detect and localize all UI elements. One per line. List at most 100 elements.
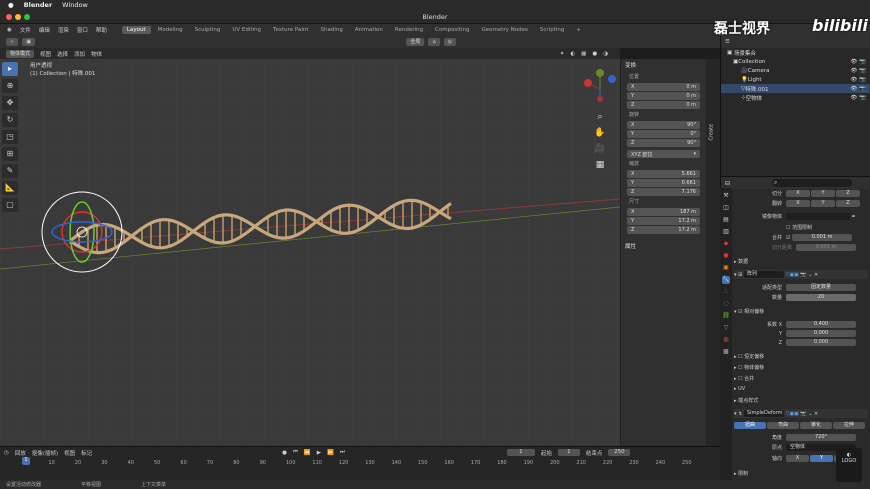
- prev-key-icon[interactable]: ⏪: [304, 450, 311, 456]
- array-name-field[interactable]: 阵列: [743, 271, 784, 278]
- record-icon[interactable]: ●: [282, 450, 287, 456]
- menu-help[interactable]: 帮助: [93, 26, 110, 34]
- visibility-icon[interactable]: 👁 📷: [850, 59, 870, 65]
- rotation-z-field[interactable]: Z 90°: [627, 139, 700, 147]
- next-key-icon[interactable]: ⏩: [327, 450, 334, 456]
- mirror-z-toggle[interactable]: Z: [836, 190, 860, 197]
- filter-icon[interactable]: ☰: [725, 39, 730, 45]
- mirror-object-field[interactable]: [786, 213, 850, 220]
- location-z-field[interactable]: Z0 m: [627, 101, 700, 109]
- output-tab-icon[interactable]: ▤: [722, 216, 730, 224]
- object-offset-header[interactable]: ▸ ☐ 物体偏移: [734, 364, 868, 372]
- menu-playback[interactable]: 回放: [15, 449, 26, 457]
- constraints-tab-icon[interactable]: ⛓: [722, 312, 730, 320]
- transform-header[interactable]: 变换: [621, 59, 706, 71]
- tab-layout[interactable]: Layout: [121, 26, 151, 34]
- merge-panel-header[interactable]: ▸ ☐ 合并: [734, 375, 868, 383]
- blender-logo-icon[interactable]: ◉: [4, 27, 15, 33]
- zoom-view-icon[interactable]: ⌕: [597, 112, 602, 122]
- outliner-item-5[interactable]: ⊹ 空物体 👁 📷: [721, 93, 870, 102]
- gizmo-toggle-icon[interactable]: ✦: [560, 51, 565, 57]
- factor-y-field[interactable]: 0.000: [786, 330, 856, 337]
- render-tab-icon[interactable]: ◫: [722, 204, 730, 212]
- jump-start-icon[interactable]: ⏮: [293, 449, 298, 456]
- factor-x-field[interactable]: 0.400: [786, 321, 856, 328]
- pan-view-icon[interactable]: ✋: [594, 126, 605, 138]
- bisect-distance-field[interactable]: 0.001 m: [796, 244, 856, 251]
- rotation-mode-dropdown[interactable]: XYZ 欧拉 ▾: [627, 150, 700, 158]
- menu-object[interactable]: 物体: [91, 50, 102, 58]
- array-delete-icon[interactable]: ✕: [812, 272, 818, 278]
- scale-z-field[interactable]: Z 7.176: [627, 188, 700, 196]
- dimension-z-field[interactable]: Z 17.2 m: [627, 226, 700, 234]
- fit-type-dropdown[interactable]: 固定数量: [786, 284, 856, 291]
- deform-name-field[interactable]: SimpleDeform: [743, 410, 784, 417]
- visibility-icon[interactable]: 👁 📷: [850, 68, 870, 74]
- rotation-x-field[interactable]: X 90°: [627, 121, 700, 129]
- tab-animation[interactable]: Animation: [350, 26, 388, 34]
- mode-twist-button[interactable]: 扭曲: [734, 422, 766, 429]
- deform-editmode-icon[interactable]: ▽▣▣: [784, 411, 798, 417]
- tab-texture-paint[interactable]: Texture Paint: [268, 26, 314, 34]
- tool-tab-icon[interactable]: ⚒: [722, 192, 730, 200]
- menu-window[interactable]: 窗口: [74, 26, 91, 34]
- select-box-icon[interactable]: ▸: [2, 62, 18, 76]
- relative-offset-header[interactable]: ▾ ☑ 相对偏移: [734, 308, 868, 316]
- data-panel-header[interactable]: ▸ 数据: [734, 258, 868, 266]
- array-render-icon[interactable]: 📷: [799, 272, 806, 278]
- current-frame-field[interactable]: 1: [506, 449, 535, 456]
- mode-dropdown[interactable]: 物体模式: [6, 49, 35, 58]
- rotate-icon[interactable]: ↻: [2, 113, 18, 127]
- app-menu[interactable]: Blender: [24, 1, 53, 9]
- mirror-y-toggle[interactable]: Y: [811, 190, 835, 197]
- merge-distance-field[interactable]: 0.001 m: [792, 234, 853, 241]
- snap-icon[interactable]: ⌂: [428, 38, 440, 46]
- eyedropper-icon[interactable]: ✒: [850, 214, 856, 220]
- particles-tab-icon[interactable]: ∴: [722, 288, 730, 296]
- measure-icon[interactable]: 📐: [2, 181, 18, 195]
- nav-gizmo-z[interactable]: [608, 75, 616, 83]
- menu-select[interactable]: 选择: [57, 50, 68, 58]
- rotation-y-field[interactable]: Y 0°: [627, 130, 700, 138]
- dimension-y-field[interactable]: Y 17.2 m: [627, 217, 700, 225]
- add-cube-icon[interactable]: ▢: [2, 198, 18, 212]
- timeline-editor-icon[interactable]: ◷: [4, 450, 9, 456]
- material-tab-icon[interactable]: ◍: [722, 336, 730, 344]
- outliner-item-4[interactable]: ▽ 特殊.001 👁 📷: [721, 84, 870, 93]
- menu-render[interactable]: 渲染: [55, 26, 72, 34]
- visibility-icon[interactable]: 👁 📷: [850, 77, 870, 83]
- orientation-dropdown[interactable]: 全局: [406, 38, 425, 46]
- menu-timeline-view[interactable]: 视图: [64, 449, 75, 457]
- apple-icon[interactable]: ●: [8, 1, 14, 9]
- playhead[interactable]: 1: [22, 457, 30, 465]
- bisect-y-toggle[interactable]: Y: [811, 200, 835, 207]
- physics-tab-icon[interactable]: ◌: [722, 300, 730, 308]
- tab-sculpting[interactable]: Sculpting: [190, 26, 226, 34]
- outliner-item-2[interactable]: 🎥 Camera 👁 📷: [721, 66, 870, 75]
- scene-tab-icon[interactable]: ◆: [722, 240, 730, 248]
- camera-view-icon[interactable]: 🎥: [594, 142, 605, 154]
- menu-view[interactable]: 视图: [40, 50, 51, 58]
- data-tab-icon[interactable]: ▽: [722, 324, 730, 332]
- tab-uv-editing[interactable]: UV Editing: [227, 26, 266, 34]
- move-icon[interactable]: ✥: [2, 96, 18, 110]
- cursor-icon[interactable]: ⊕: [2, 79, 18, 93]
- outliner-item-1[interactable]: ▣ Collection 👁 📷: [721, 57, 870, 66]
- menu-add[interactable]: 添加: [74, 50, 85, 58]
- 3d-viewport[interactable]: ⌕ ✋ 🎥 ▦ 用户透视 (1) Collection | 特殊.001: [0, 59, 620, 446]
- end-frame-field[interactable]: 250: [608, 449, 631, 456]
- ortho-toggle-icon[interactable]: ▦: [596, 160, 605, 170]
- menu-marker[interactable]: 标记: [81, 449, 92, 457]
- deform-render-icon[interactable]: 📷: [799, 411, 806, 417]
- mode-taper-button[interactable]: 锥化: [800, 422, 832, 429]
- mirror-x-toggle[interactable]: X: [786, 190, 810, 197]
- modifier-tab-icon[interactable]: 🔧: [722, 276, 730, 284]
- editor-type-icon[interactable]: ⊹: [6, 38, 19, 46]
- timeline-ruler[interactable]: 1102030405060708090100110120130140150160…: [0, 458, 720, 468]
- tab-scripting[interactable]: Scripting: [535, 26, 569, 34]
- uv-panel-header[interactable]: ▸ UV: [734, 386, 868, 392]
- shading-solid-icon[interactable]: ●: [592, 51, 597, 57]
- mode-stretch-button[interactable]: 拉伸: [833, 422, 865, 429]
- bisect-z-toggle[interactable]: Z: [836, 200, 860, 207]
- window-menu[interactable]: Window: [62, 1, 88, 9]
